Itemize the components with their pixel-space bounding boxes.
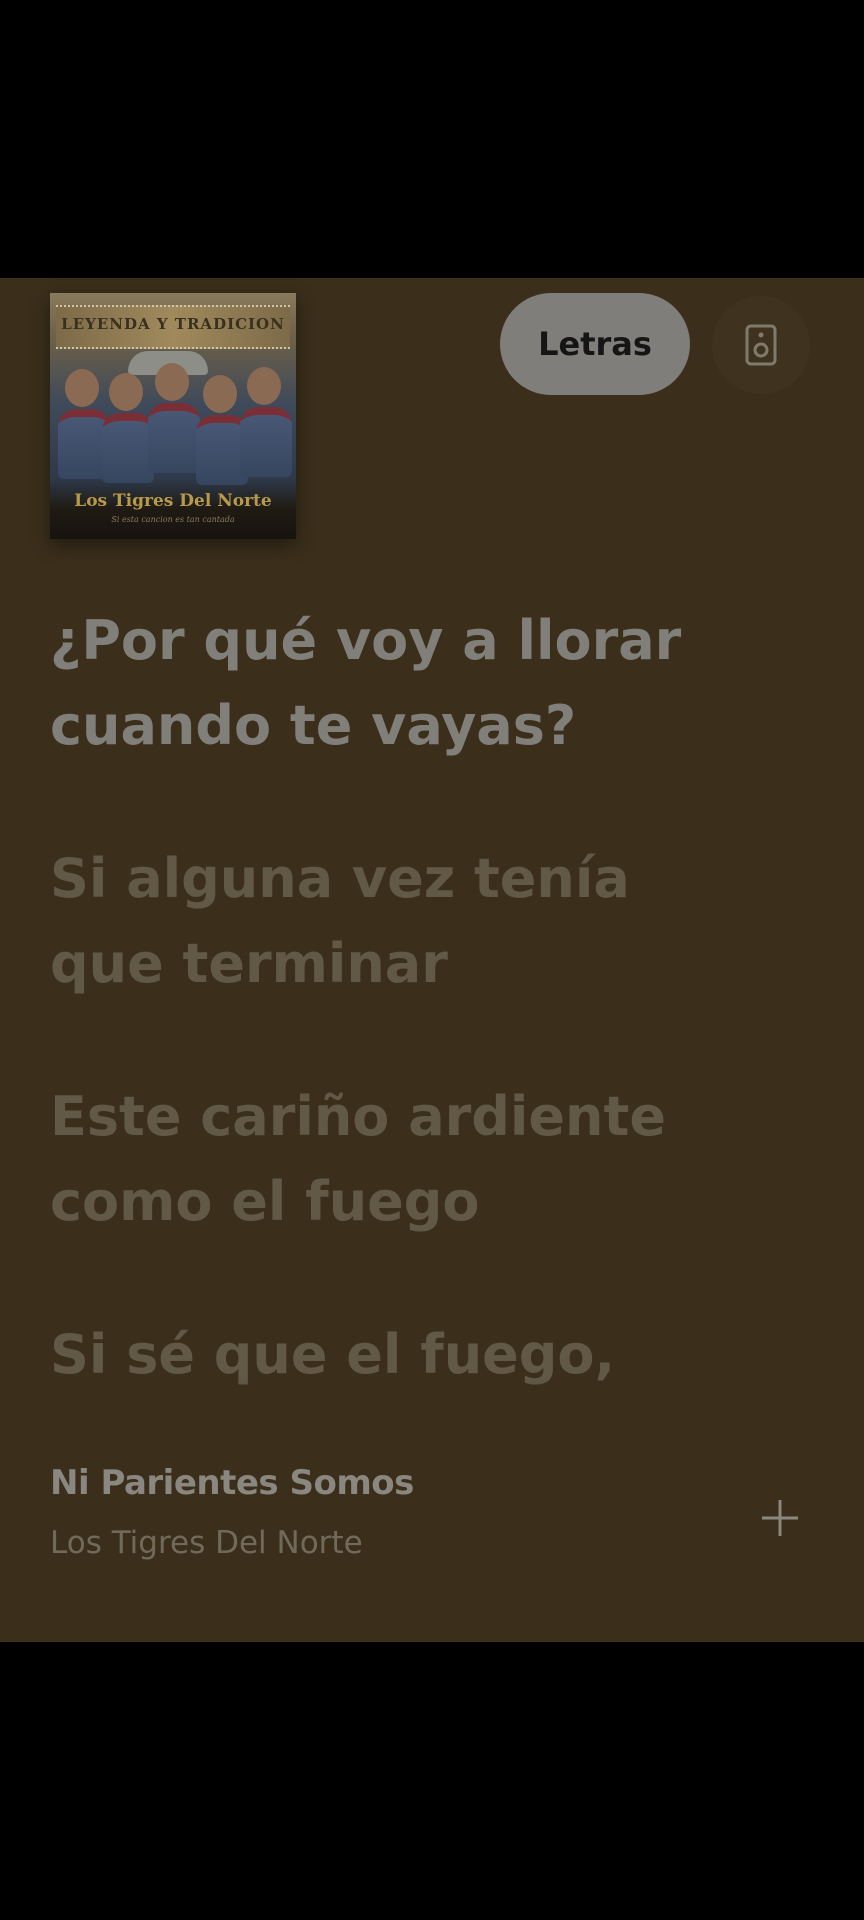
- lyric-line[interactable]: Este cariño ardiente como el fuego: [50, 1074, 790, 1244]
- album-art-title: Los Tigres Del Norte: [74, 491, 272, 511]
- lyric-text: Si alguna vez tenía: [50, 847, 630, 910]
- track-artist[interactable]: Los Tigres Del Norte: [50, 1525, 363, 1561]
- lyric-line[interactable]: Si alguna vez tenía que terminar: [50, 836, 790, 1006]
- lyrics-list[interactable]: ¿Por qué voy a llorar cuando te vayas? S…: [50, 598, 790, 1465]
- band-member: [102, 373, 154, 483]
- lyric-text: Este cariño ardiente: [50, 1085, 666, 1148]
- album-art-subtitle: Si esta cancion es tan cantada: [111, 515, 235, 524]
- lyric-text: que terminar: [50, 932, 448, 995]
- album-art[interactable]: LEYENDA Y TRADICION Los Tigres Del Norte…: [50, 293, 296, 539]
- album-banner-text: LEYENDA Y TRADICION: [61, 315, 285, 333]
- lyrics-button[interactable]: Letras: [500, 293, 690, 395]
- lyric-text: ¿Por qué voy a llorar: [50, 609, 682, 672]
- lyrics-fade-overlay: [0, 1378, 864, 1528]
- band-member: [148, 363, 200, 473]
- lyric-text: como el fuego: [50, 1170, 480, 1233]
- album-band-photo: [50, 351, 296, 485]
- lyric-line-active[interactable]: ¿Por qué voy a llorar cuando te vayas?: [50, 598, 790, 768]
- album-banner: LEYENDA Y TRADICION: [56, 305, 290, 349]
- band-member: [58, 369, 110, 479]
- band-member: [240, 367, 292, 477]
- speaker-icon: [745, 324, 777, 366]
- speaker-button[interactable]: [712, 296, 810, 394]
- plus-icon: [762, 1500, 798, 1536]
- band-member: [196, 375, 248, 485]
- lyrics-panel: LEYENDA Y TRADICION Los Tigres Del Norte…: [0, 278, 864, 1642]
- track-title[interactable]: Ni Parientes Somos: [50, 1463, 414, 1503]
- lyric-text: cuando te vayas?: [50, 694, 577, 757]
- add-to-library-button[interactable]: [756, 1494, 804, 1542]
